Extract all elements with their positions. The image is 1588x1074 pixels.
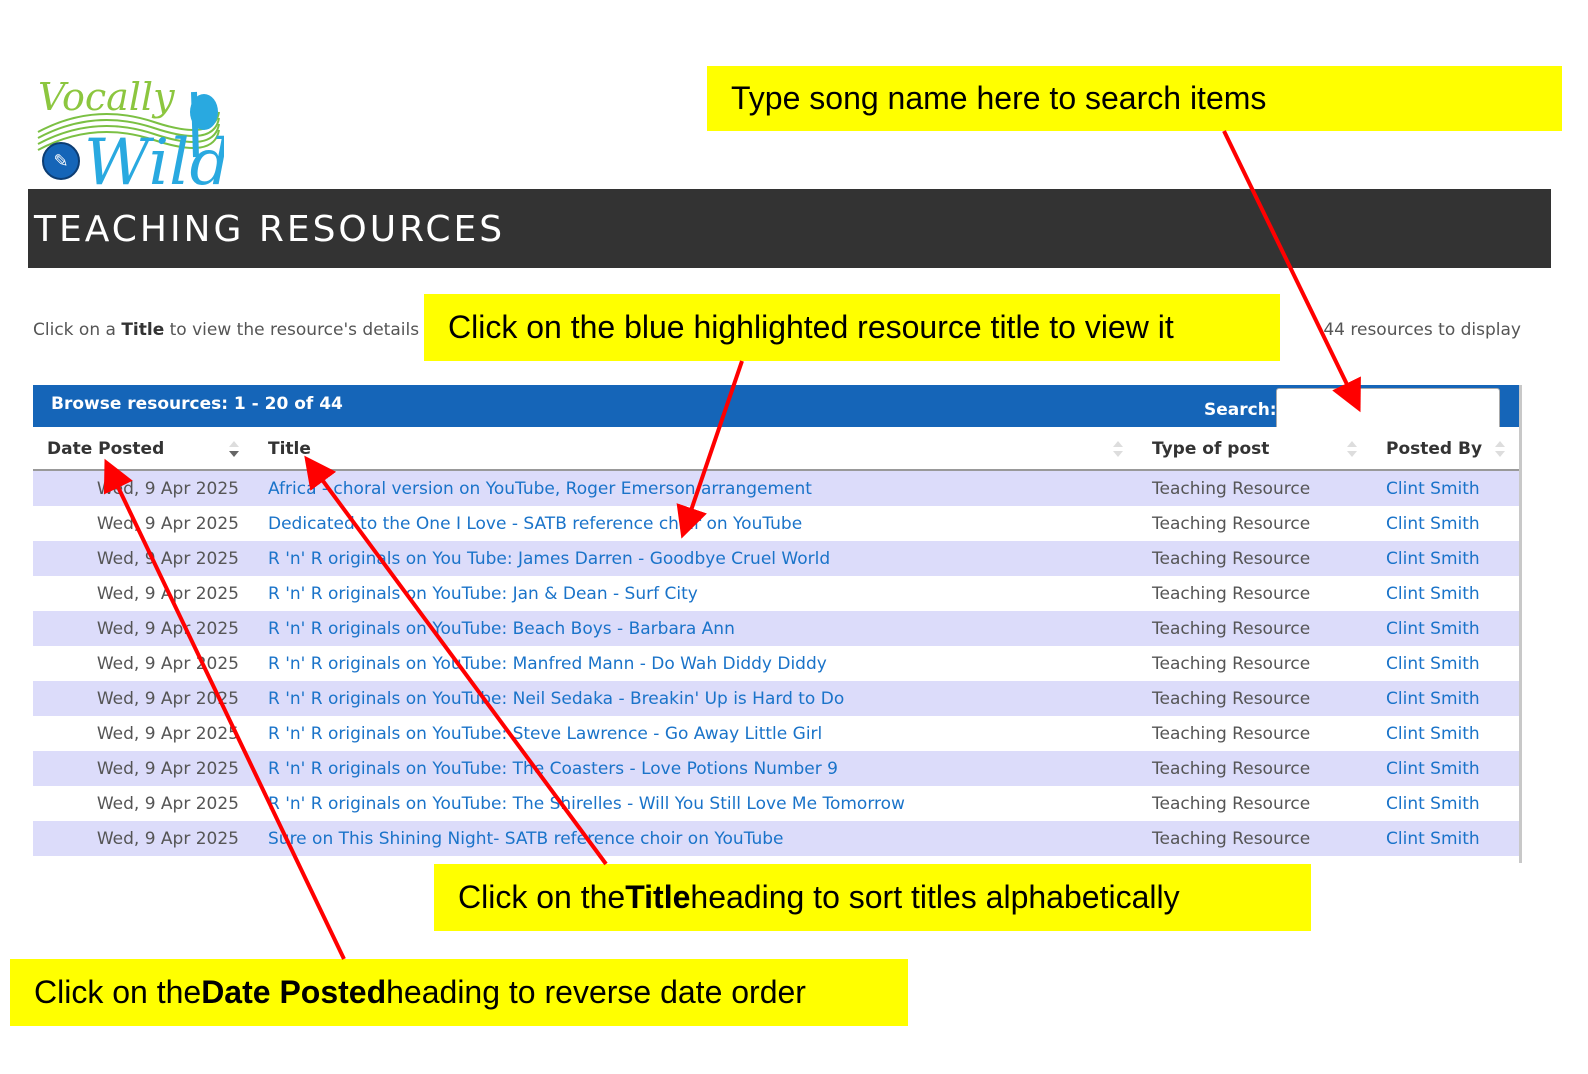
title-link[interactable]: R 'n' R originals on YouTube: Steve Lawr… — [268, 724, 822, 744]
hint-bold: Title — [121, 320, 165, 340]
callout-date-sort-suffix: heading to reverse date order — [386, 974, 806, 1010]
type-cell: Teaching Resource — [1152, 724, 1311, 744]
hint-prefix: Click on a — [33, 320, 122, 340]
type-cell: Teaching Resource — [1152, 549, 1311, 569]
table-row: Wed, 9 Apr 2025 R 'n' R originals on You … — [33, 541, 1519, 576]
arrow-to-search — [1222, 130, 1361, 413]
table-row: Wed, 9 Apr 2025 R 'n' R originals on YouT… — [33, 716, 1519, 751]
title-link[interactable]: R 'n' R originals on YouTube: Neil Sedak… — [268, 689, 844, 709]
author-link[interactable]: Clint Smith — [1386, 829, 1480, 849]
author-link[interactable]: Clint Smith — [1386, 514, 1480, 534]
callout-date-sort-prefix: Click on the — [34, 974, 202, 1010]
callout-title-sort: Click on the Title heading to sort title… — [434, 864, 1311, 931]
edit-icon[interactable]: ✎ — [42, 142, 80, 180]
column-header-title[interactable]: Title — [268, 439, 311, 459]
title-link[interactable]: Africa - choral version on YouTube, Roge… — [268, 479, 812, 499]
title-link[interactable]: R 'n' R originals on YouTube: The Shirel… — [268, 794, 905, 814]
callout-search: Type song name here to search items — [707, 66, 1562, 131]
type-cell: Teaching Resource — [1152, 689, 1311, 709]
date-cell: Wed, 9 Apr 2025 — [96, 689, 239, 709]
title-link[interactable]: R 'n' R originals on You Tube: James Dar… — [268, 549, 830, 569]
table-row: Wed, 9 Apr 2025 Africa - choral version o… — [33, 471, 1519, 506]
column-header-date-posted[interactable]: Date Posted — [47, 439, 164, 459]
table-row: Wed, 9 Apr 2025 R 'n' R originals on YouT… — [33, 751, 1519, 786]
title-link[interactable]: R 'n' R originals on YouTube: Jan & Dean… — [268, 584, 698, 604]
table-row: Wed, 9 Apr 2025 Sure on This Shining Nigh… — [33, 821, 1519, 856]
search-input[interactable] — [1276, 388, 1500, 432]
svg-text:Wild: Wild — [84, 126, 224, 192]
date-cell: Wed, 9 Apr 2025 — [96, 794, 239, 814]
sort-descending-icon[interactable] — [228, 438, 240, 460]
search-label: Search: — [1204, 400, 1277, 420]
sort-icon[interactable] — [1494, 438, 1506, 460]
title-link[interactable]: R 'n' R originals on YouTube: Beach Boys… — [268, 619, 735, 639]
resources-table-panel: Browse resources: 1 - 20 of 44 Search: D… — [33, 385, 1522, 863]
table-toolbar: Browse resources: 1 - 20 of 44 Search: — [33, 385, 1519, 432]
type-cell: Teaching Resource — [1152, 619, 1311, 639]
callout-view-title: Click on the blue highlighted resource t… — [424, 294, 1280, 361]
table-header: Date Posted Title Type of post Posted By — [33, 427, 1519, 471]
date-cell: Wed, 9 Apr 2025 — [96, 479, 239, 499]
type-cell: Teaching Resource — [1152, 584, 1311, 604]
type-cell: Teaching Resource — [1152, 479, 1311, 499]
type-cell: Teaching Resource — [1152, 829, 1311, 849]
table-row: Wed, 9 Apr 2025 R 'n' R originals on YouT… — [33, 681, 1519, 716]
browse-label: Browse resources: 1 - 20 of 44 — [51, 394, 343, 414]
author-link[interactable]: Clint Smith — [1386, 724, 1480, 744]
date-cell: Wed, 9 Apr 2025 — [96, 829, 239, 849]
table-row: Wed, 9 Apr 2025 R 'n' R originals on YouT… — [33, 611, 1519, 646]
column-header-posted-by[interactable]: Posted By — [1386, 439, 1482, 459]
callout-date-sort-bold: Date Posted — [201, 974, 387, 1010]
table-row: Wed, 9 Apr 2025 Dedicated to the One I Lo… — [33, 506, 1519, 541]
author-link[interactable]: Clint Smith — [1386, 794, 1480, 814]
type-cell: Teaching Resource — [1152, 654, 1311, 674]
date-cell: Wed, 9 Apr 2025 — [96, 654, 239, 674]
title-link[interactable]: Dedicated to the One I Love - SATB refer… — [268, 514, 802, 534]
callout-title-sort-suffix: heading to sort titles alphabetically — [690, 879, 1180, 915]
author-link[interactable]: Clint Smith — [1386, 479, 1480, 499]
callout-title-sort-prefix: Click on the — [458, 879, 626, 915]
author-link[interactable]: Clint Smith — [1386, 584, 1480, 604]
table-row: Wed, 9 Apr 2025 R 'n' R originals on YouT… — [33, 786, 1519, 821]
type-cell: Teaching Resource — [1152, 794, 1311, 814]
title-link[interactable]: Sure on This Shining Night- SATB referen… — [268, 829, 784, 849]
title-link[interactable]: R 'n' R originals on YouTube: The Coaste… — [268, 759, 838, 779]
author-link[interactable]: Clint Smith — [1386, 549, 1480, 569]
date-cell: Wed, 9 Apr 2025 — [96, 619, 239, 639]
callout-title-sort-bold: Title — [625, 879, 691, 915]
type-cell: Teaching Resource — [1152, 514, 1311, 534]
sort-icon[interactable] — [1112, 438, 1124, 460]
page-header: TEACHING RESOURCES — [28, 189, 1551, 268]
column-header-type[interactable]: Type of post — [1152, 439, 1269, 459]
date-cell: Wed, 9 Apr 2025 — [96, 759, 239, 779]
type-cell: Teaching Resource — [1152, 759, 1311, 779]
date-cell: Wed, 9 Apr 2025 — [96, 549, 239, 569]
title-link[interactable]: R 'n' R originals on YouTube: Manfred Ma… — [268, 654, 827, 674]
resource-count: 44 resources to display — [1323, 320, 1521, 340]
hint-suffix: to view the resource's details — [164, 320, 420, 340]
table-body: Wed, 9 Apr 2025 Africa - choral version o… — [33, 471, 1519, 856]
author-link[interactable]: Clint Smith — [1386, 759, 1480, 779]
table-row: Wed, 9 Apr 2025 R 'n' R originals on YouT… — [33, 576, 1519, 611]
svg-text:Vocally: Vocally — [38, 75, 175, 119]
page-title: TEACHING RESOURCES — [34, 209, 506, 250]
author-link[interactable]: Clint Smith — [1386, 619, 1480, 639]
callout-date-sort: Click on the Date Posted heading to reve… — [10, 959, 908, 1026]
instructions: Click on a Title to view the resource's … — [33, 320, 419, 340]
date-cell: Wed, 9 Apr 2025 — [96, 584, 239, 604]
sort-icon[interactable] — [1346, 438, 1358, 460]
table-row: Wed, 9 Apr 2025 R 'n' R originals on YouT… — [33, 646, 1519, 681]
author-link[interactable]: Clint Smith — [1386, 689, 1480, 709]
date-cell: Wed, 9 Apr 2025 — [96, 514, 239, 534]
author-link[interactable]: Clint Smith — [1386, 654, 1480, 674]
date-cell: Wed, 9 Apr 2025 — [96, 724, 239, 744]
